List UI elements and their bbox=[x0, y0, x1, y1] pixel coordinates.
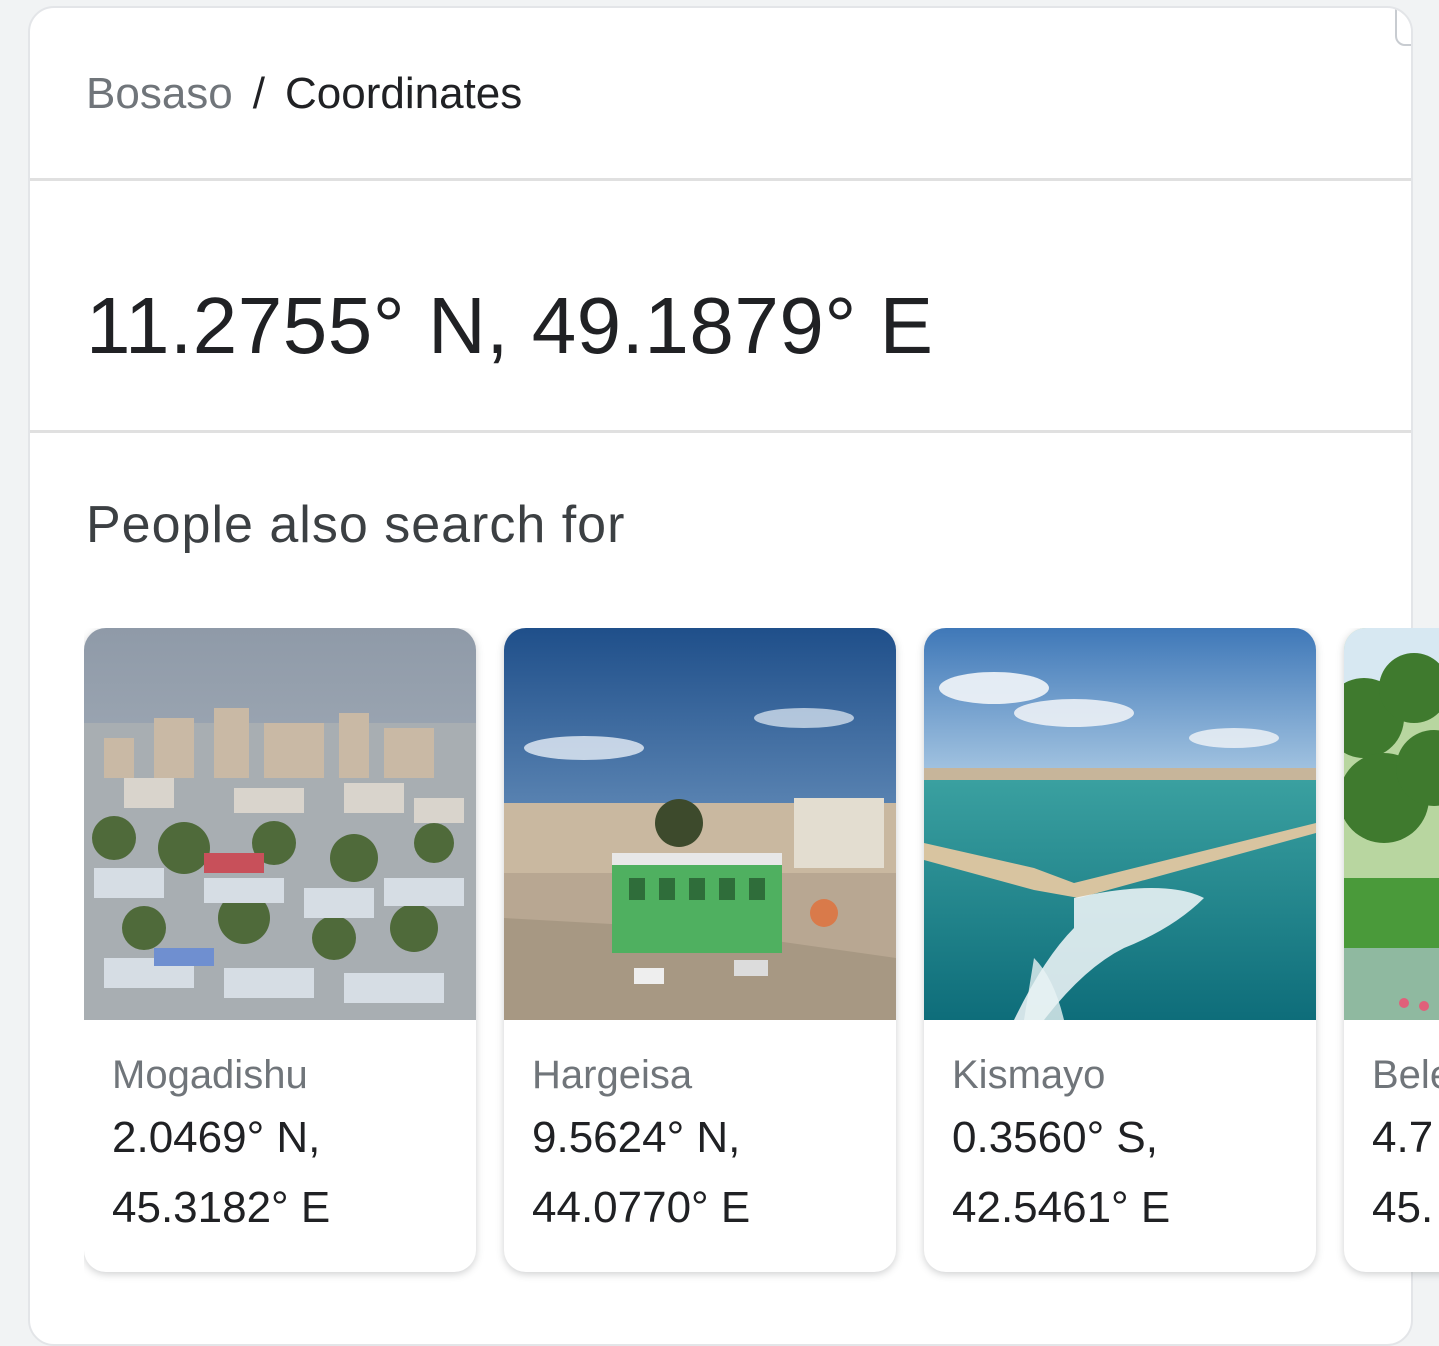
breadcrumb-separator: / bbox=[252, 69, 265, 118]
related-card-longitude: 42.5461° E bbox=[952, 1183, 1171, 1232]
breadcrumb-parent-link[interactable]: Bosaso bbox=[86, 69, 233, 118]
related-card-longitude: 45.3182° E bbox=[112, 1183, 331, 1232]
related-card-name: Bele bbox=[1372, 1053, 1439, 1097]
coordinates-answer: 11.2755° N, 49.1879° E bbox=[86, 281, 934, 370]
city-street-photo bbox=[504, 628, 896, 1020]
breadcrumb: Bosaso / Coordinates bbox=[86, 64, 522, 124]
related-card-name: Hargeisa bbox=[532, 1053, 693, 1097]
related-card-latitude: 0.3560° S, bbox=[952, 1113, 1158, 1162]
related-card-mogadishu[interactable]: Mogadishu 2.0469° N, 45.3182° E bbox=[84, 628, 476, 1272]
related-card-beledweyne[interactable]: Bele 4.7 45. bbox=[1344, 628, 1439, 1272]
related-card-latitude: 2.0469° N, bbox=[112, 1113, 321, 1162]
related-card-hargeisa[interactable]: Hargeisa 9.5624° N, 44.0770° E bbox=[504, 628, 896, 1272]
coastal-harbor-photo bbox=[924, 628, 1316, 1020]
related-card-longitude: 45. bbox=[1372, 1183, 1434, 1232]
related-card-name: Mogadishu bbox=[112, 1053, 308, 1097]
divider bbox=[30, 178, 1411, 181]
breadcrumb-current: Coordinates bbox=[285, 69, 523, 118]
related-card-latitude: 9.5624° N, bbox=[532, 1113, 741, 1162]
related-card-latitude: 4.7 bbox=[1372, 1113, 1434, 1162]
scroll-edge-tab bbox=[1395, 8, 1411, 46]
related-places-carousel[interactable]: Mogadishu 2.0469° N, 45.3182° E Hargeisa… bbox=[84, 628, 1439, 1288]
related-card-kismayo[interactable]: Kismayo 0.3560° S, 42.5461° E bbox=[924, 628, 1316, 1272]
riverside-trees-photo bbox=[1344, 628, 1439, 1020]
people-also-search-heading: People also search for bbox=[86, 496, 626, 554]
related-card-longitude: 44.0770° E bbox=[532, 1183, 751, 1232]
divider bbox=[30, 430, 1411, 433]
city-skyline-photo bbox=[84, 628, 476, 1020]
related-card-name: Kismayo bbox=[952, 1053, 1106, 1097]
